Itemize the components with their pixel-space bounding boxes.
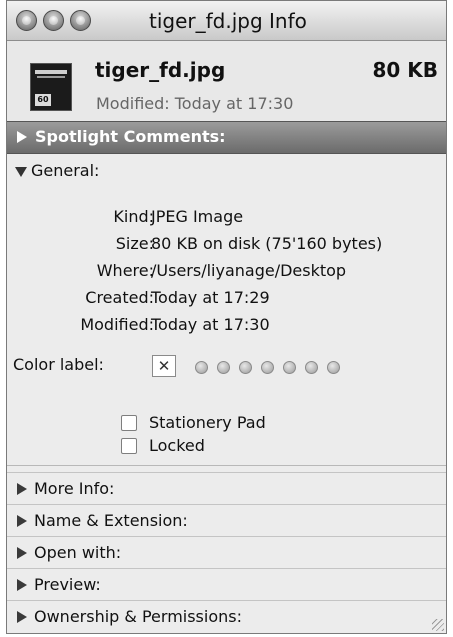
section-label: Preview:: [34, 575, 101, 594]
file-size: 80 KB: [372, 58, 438, 82]
info-row-kind: Kind: JPEG Image: [7, 207, 446, 233]
color-label-yellow[interactable]: [239, 361, 252, 374]
stationery-pad-checkbox[interactable]: [121, 415, 137, 431]
info-row-size: Size: 80 KB on disk (75'160 bytes): [7, 234, 446, 260]
stationery-pad-option[interactable]: Stationery Pad: [7, 413, 446, 437]
locked-option[interactable]: Locked: [7, 436, 446, 460]
window-title: tiger_fd.jpg Info: [149, 9, 307, 33]
color-label-green[interactable]: [261, 361, 274, 374]
file-name: tiger_fd.jpg: [95, 58, 226, 82]
row-key: Where:: [96, 261, 154, 280]
section-name-extension[interactable]: Name & Extension:: [7, 504, 446, 536]
disclosure-triangle-right-icon[interactable]: [17, 131, 27, 143]
row-key: Size:: [115, 234, 154, 253]
disclosure-triangle-right-icon[interactable]: [17, 515, 27, 527]
disclosure-triangle-right-icon[interactable]: [17, 579, 27, 591]
color-label-purple[interactable]: [305, 361, 318, 374]
checkbox-label: Locked: [149, 436, 205, 455]
disclosure-triangle-right-icon[interactable]: [17, 547, 27, 559]
color-label-gray[interactable]: [327, 361, 340, 374]
checkbox-label: Stationery Pad: [149, 413, 266, 432]
info-row-modified: Modified: Today at 17:30: [7, 315, 446, 341]
row-value: 80 KB on disk (75'160 bytes): [151, 234, 383, 253]
section-open-with[interactable]: Open with:: [7, 536, 446, 568]
color-label-row: Color label: ✕: [7, 353, 446, 383]
title-bar[interactable]: tiger_fd.jpg Info: [7, 1, 446, 41]
color-label-blue[interactable]: [283, 361, 296, 374]
section-label: Ownership & Permissions:: [34, 607, 242, 626]
disclosure-triangle-right-icon[interactable]: [17, 483, 27, 495]
section-preview[interactable]: Preview:: [7, 568, 446, 600]
section-label: Name & Extension:: [34, 511, 188, 530]
thumbnail-subtitle-bar: [37, 76, 65, 78]
thumbnail-title-bar: [35, 70, 67, 74]
disclosure-triangle-down-icon[interactable]: [15, 167, 27, 177]
locked-checkbox[interactable]: [121, 438, 137, 454]
file-modified: Modified: Today at 17:30: [96, 94, 294, 113]
color-label-orange[interactable]: [217, 361, 230, 374]
section-general[interactable]: General:: [7, 154, 446, 188]
color-label-red[interactable]: [195, 361, 208, 374]
file-thumbnail: 60: [30, 63, 72, 111]
row-value: Today at 17:29: [151, 288, 270, 307]
no-color-label-button[interactable]: ✕: [152, 355, 176, 377]
row-value: Today at 17:30: [151, 315, 270, 334]
info-window: tiger_fd.jpg Info 60 tiger_fd.jpg 80 KB …: [6, 0, 447, 634]
info-row-created: Created: Today at 17:29: [7, 288, 446, 314]
color-label-key: Color label:: [13, 355, 104, 374]
row-key: Kind:: [113, 207, 154, 226]
file-summary: 60 tiger_fd.jpg 80 KB Modified: Today at…: [7, 41, 446, 121]
info-row-where: Where: /Users/liyanage/Desktop: [7, 261, 446, 287]
section-spotlight-comments[interactable]: Spotlight Comments:: [7, 121, 446, 154]
row-value: /Users/liyanage/Desktop: [151, 261, 347, 280]
disclosure-triangle-right-icon[interactable]: [17, 611, 27, 623]
section-divider: [7, 465, 446, 466]
section-label: More Info:: [34, 479, 115, 498]
minimize-button[interactable]: [43, 10, 64, 31]
close-button[interactable]: [16, 10, 37, 31]
section-label: Spotlight Comments:: [35, 127, 226, 146]
resize-grip-icon[interactable]: [432, 619, 444, 631]
row-key: Created:: [85, 288, 154, 307]
row-value: JPEG Image: [151, 207, 244, 226]
section-label: Open with:: [34, 543, 122, 562]
section-more-info[interactable]: More Info:: [7, 472, 446, 504]
thumbnail-tag: 60: [35, 94, 51, 106]
zoom-button[interactable]: [70, 10, 91, 31]
row-key: Modified:: [80, 315, 154, 334]
section-ownership-permissions[interactable]: Ownership & Permissions:: [7, 600, 446, 632]
section-label: General:: [31, 161, 100, 180]
